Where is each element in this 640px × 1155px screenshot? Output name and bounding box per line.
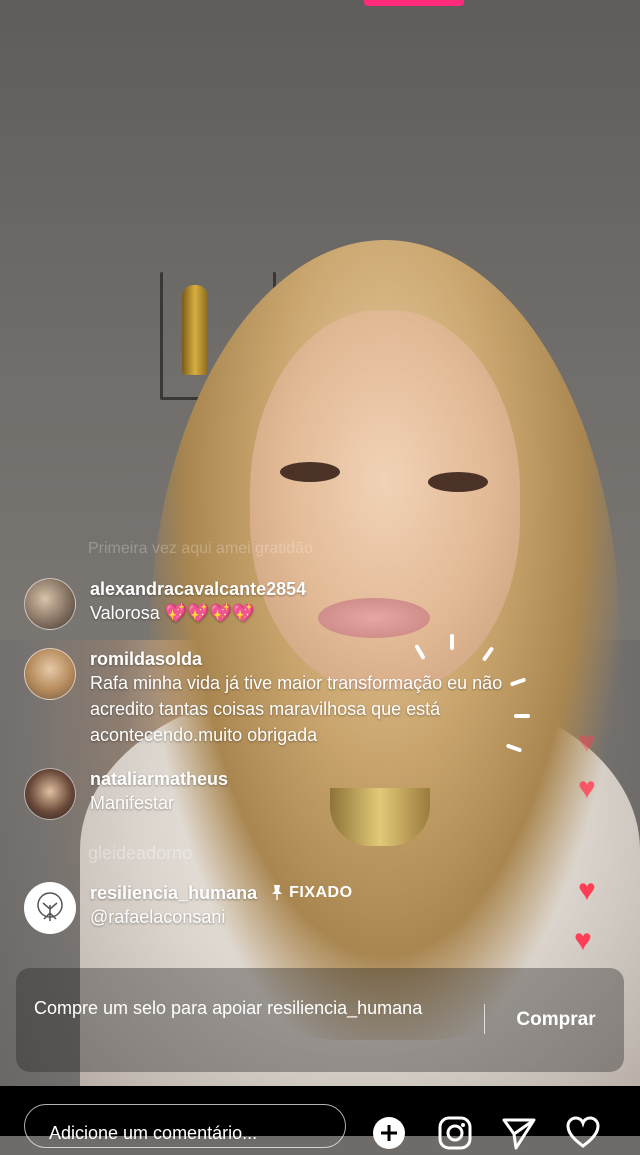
heart-icon[interactable] [566,1116,600,1150]
avatar[interactable] [24,648,76,700]
instagram-icon[interactable] [438,1116,472,1150]
comment-item[interactable]: alexandracavalcante2854 Valorosa 💖💖💖💖 [24,578,306,630]
support-text: Compre um selo para apoiar resiliencia_h… [34,998,423,1018]
comment-input[interactable] [24,1104,346,1148]
support-card: Compre um selo para apoiar resiliencia_h… [16,968,624,1072]
avatar[interactable] [24,578,76,630]
heart-reaction-icon: ♥ [578,726,596,759]
divider [484,1004,485,1034]
heart-reaction-icon: ♥ [574,924,592,957]
buy-badge-button[interactable]: Comprar [496,998,616,1042]
avatar[interactable] [24,882,76,934]
comment-text: Manifestar [90,793,175,813]
live-progress-indicator [364,0,464,6]
live-video [0,0,640,1136]
gold-statuette [182,285,208,375]
add-icon[interactable] [372,1116,406,1150]
tree-logo-icon [37,892,63,921]
send-icon[interactable] [502,1116,536,1150]
comment-username[interactable]: romildasolda [90,648,570,670]
heart-reaction-icon: ♥ [578,772,596,805]
comment-text: Valorosa 💖💖💖💖 [90,603,255,623]
pin-icon [271,884,283,903]
pinned-comment[interactable]: resiliencia_humana FIXADO @rafaelaconsan… [24,882,353,934]
comment-username[interactable]: alexandracavalcante2854 [90,578,306,600]
comment-item[interactable]: nataliarmatheus Manifestar [24,768,228,820]
comment-text: Rafa minha vida já tive maior transforma… [90,673,503,745]
left-eye [280,462,340,482]
faded-username: gleideadorno [88,843,193,863]
right-eye [428,472,488,492]
avatar[interactable] [24,768,76,820]
comment-username[interactable]: nataliarmatheus [90,768,228,790]
presenter-lips [318,598,430,638]
comment-item[interactable]: romildasolda Rafa minha vida já tive mai… [24,648,570,748]
faded-comment: Primeira vez aqui amei gratidão [88,540,313,557]
heart-reaction-icon: ♥ [578,874,596,907]
comment-username[interactable]: resiliencia_humana [90,882,257,904]
pinned-label: FIXADO [289,884,353,901]
comment-text[interactable]: @rafaelaconsani [90,904,353,930]
